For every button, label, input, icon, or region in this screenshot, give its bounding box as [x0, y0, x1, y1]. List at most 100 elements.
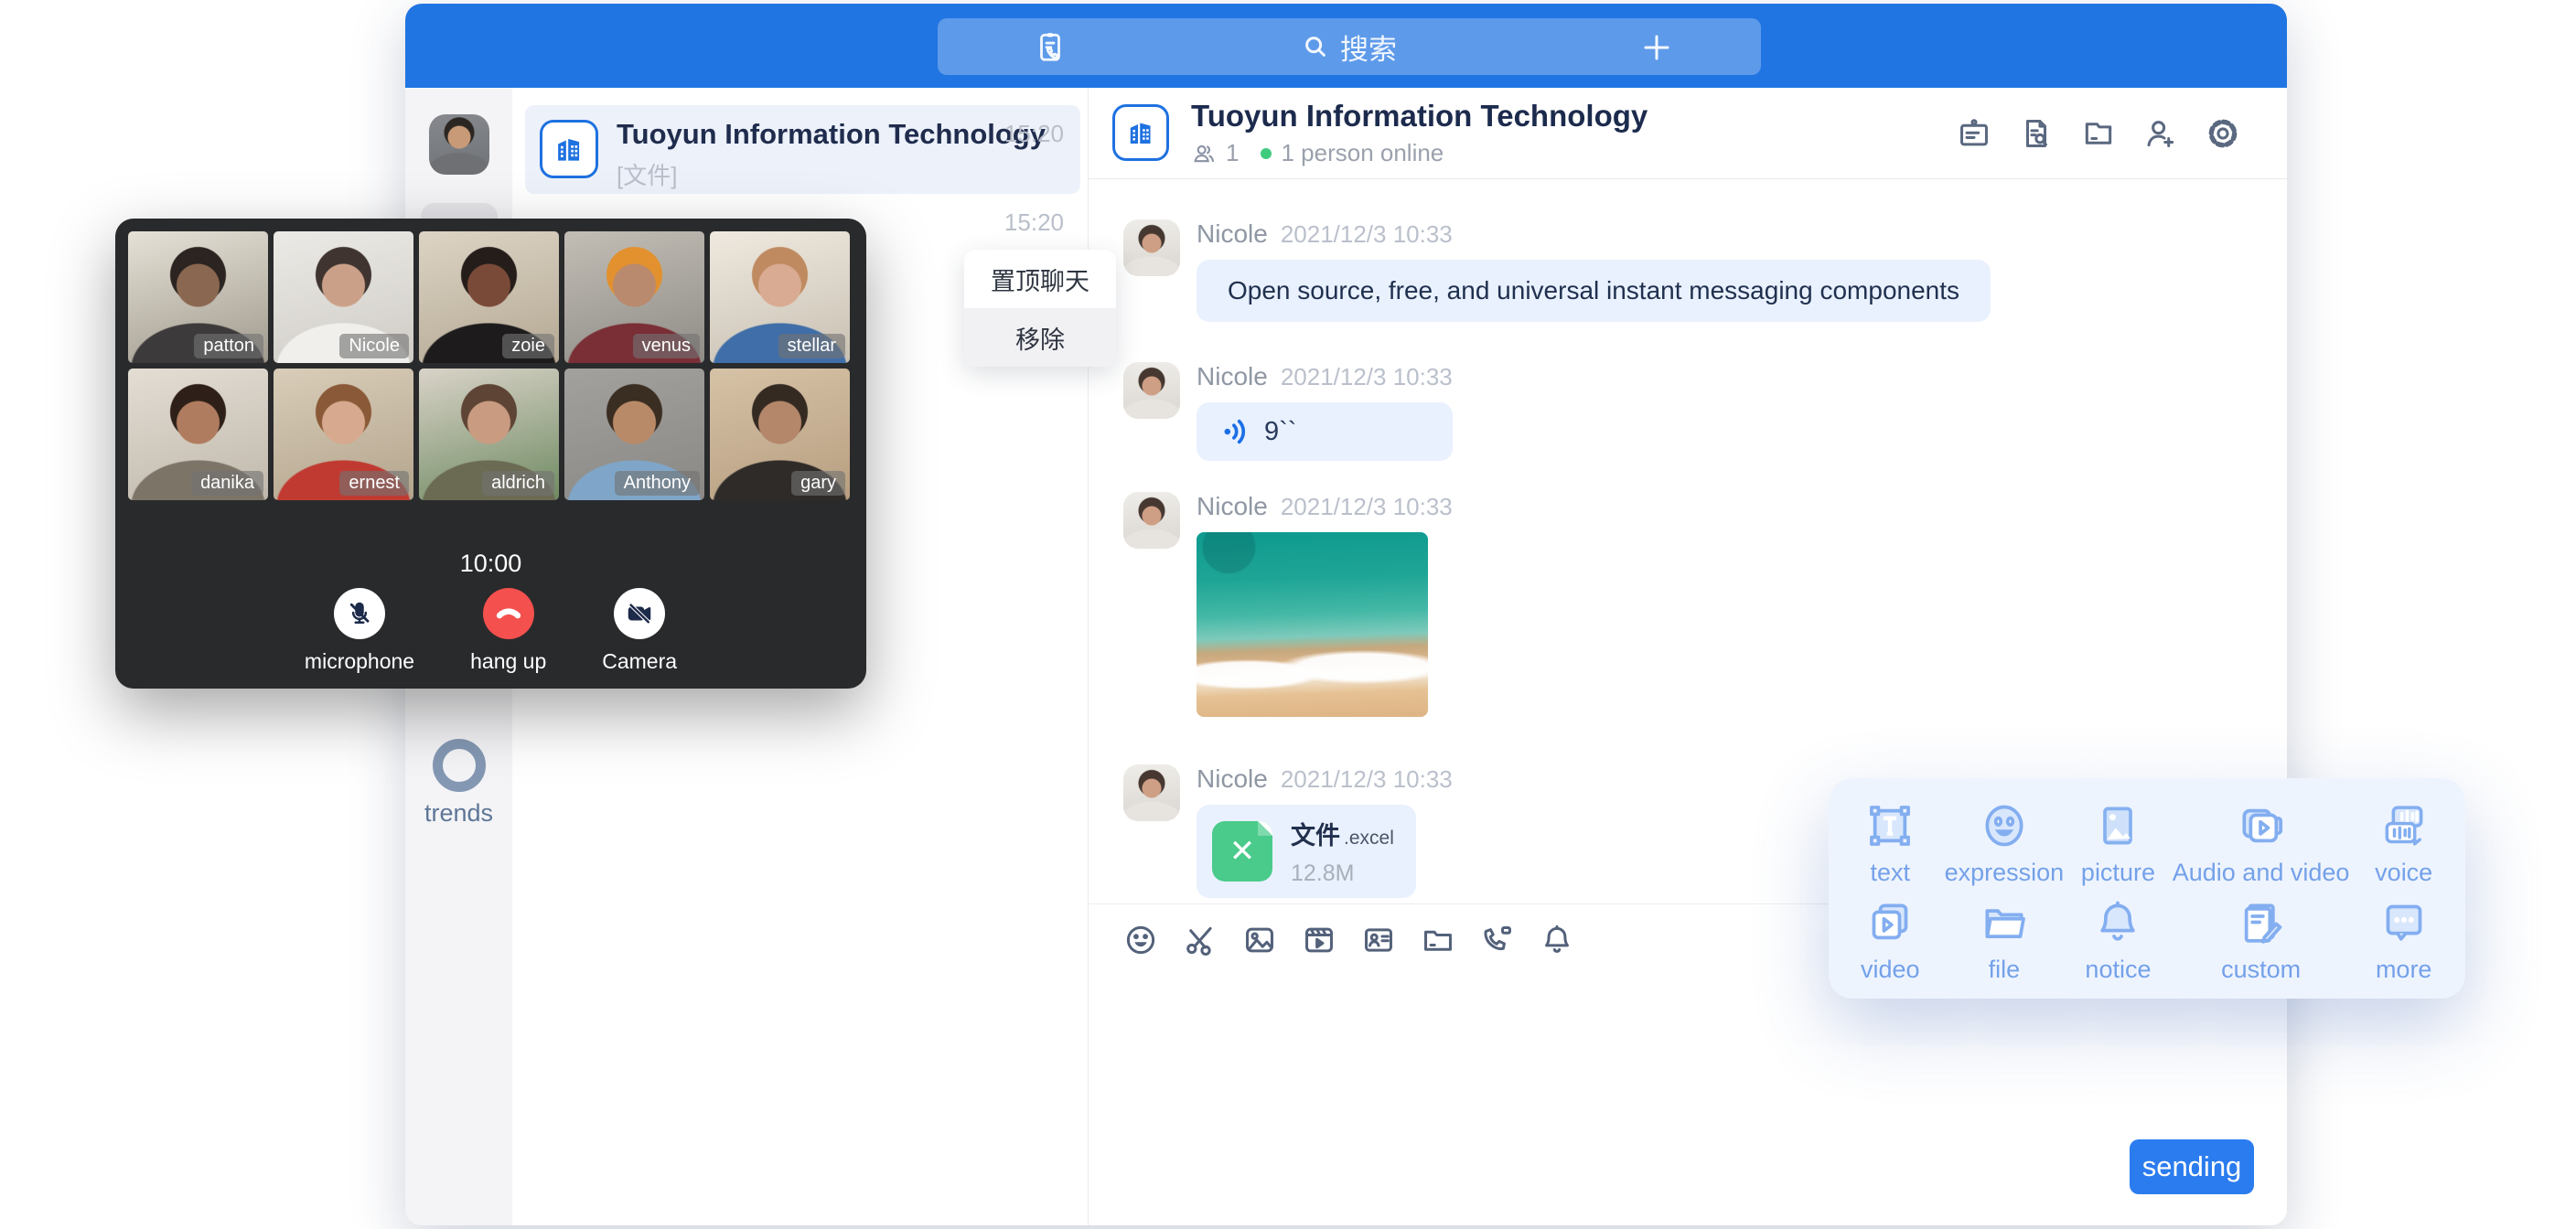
- avatar-nicole[interactable]: [1123, 362, 1180, 419]
- avatar-nicole[interactable]: [1123, 764, 1180, 821]
- group-call-window[interactable]: patton Nicole zoie venus stellar danika …: [115, 219, 866, 689]
- message-input-area[interactable]: sending: [1089, 975, 2287, 1225]
- file-message-bubble[interactable]: ✕ 文件.excel 12.8M: [1197, 805, 1416, 898]
- chat-header: Tuoyun Information Technology 1 1 person…: [1089, 88, 2287, 179]
- panel-label: notice: [2085, 956, 2151, 984]
- participant-video: gary: [710, 369, 850, 500]
- participant-video: patton: [128, 231, 268, 363]
- panel-item-expression[interactable]: expression: [1945, 793, 2065, 891]
- sidebar-item-trends[interactable]: trends: [405, 739, 512, 828]
- participant-video: ernest: [274, 369, 413, 500]
- panel-label: file: [1989, 956, 2021, 984]
- camera-control: Camera: [602, 588, 677, 674]
- message-time: 2021/12/3 10:33: [1281, 493, 1453, 521]
- menu-item-remove[interactable]: 移除: [964, 308, 1116, 367]
- participant-name: stellar: [778, 334, 845, 358]
- participant-name: danika: [191, 471, 263, 496]
- conversation-item-tuoyun[interactable]: Tuoyun Information Technology [文件] 15:20: [525, 105, 1080, 194]
- expression-tool-icon: [1979, 796, 2030, 855]
- voice-message-bubble[interactable]: 9``: [1197, 402, 1453, 461]
- plus-icon[interactable]: [1640, 31, 1673, 69]
- settings-gear-icon[interactable]: [2205, 115, 2241, 152]
- panel-item-custom[interactable]: custom: [2173, 891, 2350, 989]
- hangup-control: hang up: [470, 588, 546, 674]
- message-sender: Nicole: [1197, 492, 1268, 521]
- camera-off-icon: [626, 600, 653, 627]
- mic-toggle-button[interactable]: [334, 588, 385, 639]
- menu-item-pin-chat[interactable]: 置顶聊天: [964, 250, 1116, 308]
- group-building-icon: [1124, 116, 1157, 149]
- message-time: 2021/12/3 10:33: [1281, 220, 1453, 249]
- camera-label: Camera: [602, 649, 677, 674]
- mic-label: microphone: [305, 649, 414, 674]
- file-tool-icon: [1979, 893, 2030, 952]
- search-placeholder: 搜索: [1340, 27, 1397, 68]
- conversation-context-menu: 置顶聊天 移除: [964, 250, 1116, 367]
- notification-bell-icon[interactable]: [1540, 923, 1574, 957]
- picture-tool-icon: [2092, 796, 2143, 855]
- current-user-avatar[interactable]: [429, 114, 489, 175]
- voice-tool-icon: [2378, 796, 2430, 855]
- hang-up-icon: [493, 598, 524, 629]
- panel-item-file[interactable]: file: [1945, 891, 2065, 989]
- panel-item-voice[interactable]: voice: [2349, 793, 2458, 891]
- call-log-icon[interactable]: [1033, 29, 1068, 69]
- participant-video: Anthony: [564, 369, 704, 500]
- hang-up-button[interactable]: [483, 588, 534, 639]
- video-clip-icon[interactable]: [1302, 923, 1336, 957]
- panel-item-video[interactable]: video: [1836, 891, 1945, 989]
- image-message-beach[interactable]: [1197, 532, 1428, 717]
- contact-card-icon[interactable]: [1361, 923, 1396, 957]
- video-call-icon[interactable]: [1480, 923, 1515, 957]
- voice-duration: 9``: [1264, 417, 1296, 447]
- online-dot: [1261, 148, 1272, 159]
- file-ext: .excel: [1344, 828, 1394, 849]
- panel-item-text[interactable]: text: [1836, 793, 1945, 891]
- chat-history-search-icon[interactable]: [2018, 115, 2055, 152]
- notice-tool-icon: [2092, 893, 2143, 952]
- image-icon[interactable]: [1242, 923, 1277, 957]
- participant-name: zoie: [502, 334, 554, 358]
- panel-label: voice: [2375, 859, 2432, 887]
- participant-name: ernest: [339, 471, 409, 496]
- camera-toggle-button[interactable]: [614, 588, 665, 639]
- panel-item-notice[interactable]: notice: [2064, 891, 2173, 989]
- panel-item-more[interactable]: more: [2349, 891, 2458, 989]
- participant-name: gary: [791, 471, 845, 496]
- chat-panel: Tuoyun Information Technology 1 1 person…: [1089, 88, 2287, 1225]
- panel-label: video: [1861, 956, 1920, 984]
- chat-title: Tuoyun Information Technology: [1191, 99, 1648, 134]
- microphone-control: microphone: [305, 588, 414, 674]
- search-placeholder-wrap[interactable]: 搜索: [1302, 27, 1397, 68]
- text-tool-icon: [1864, 796, 1916, 855]
- panel-item-audio-video[interactable]: Audio and video: [2173, 793, 2350, 891]
- participant-video: aldrich: [419, 369, 559, 500]
- message-voice: Nicole 2021/12/3 10:33 9``: [1123, 362, 2250, 461]
- text-message-bubble[interactable]: Open source, free, and universal instant…: [1197, 260, 1991, 322]
- video-tool-icon: [1864, 893, 1916, 952]
- participant-video: Nicole: [274, 231, 413, 363]
- avatar-nicole[interactable]: [1123, 219, 1180, 276]
- add-member-icon[interactable]: [2142, 115, 2179, 152]
- chat-subtitle: 1 1 person online: [1191, 139, 1444, 167]
- panel-item-picture[interactable]: picture: [2064, 793, 2173, 891]
- avatar-nicole[interactable]: [1123, 492, 1180, 549]
- call-controls: microphone hang up Camera: [115, 588, 866, 674]
- message-time: 2021/12/3 10:33: [1281, 765, 1453, 794]
- send-button[interactable]: sending: [2130, 1139, 2254, 1194]
- search-bar[interactable]: 搜索: [938, 18, 1761, 75]
- files-icon[interactable]: [2080, 115, 2117, 152]
- group-avatar-badge: [1112, 104, 1169, 161]
- file-name: 文件: [1291, 822, 1340, 850]
- participant-name: Nicole: [339, 334, 409, 358]
- emoji-icon[interactable]: [1123, 923, 1158, 957]
- screenshot-scissors-icon[interactable]: [1183, 923, 1218, 957]
- announcement-icon[interactable]: [1956, 115, 1992, 152]
- participant-video: danika: [128, 369, 268, 500]
- folder-icon[interactable]: [1421, 923, 1455, 957]
- message-sender: Nicole: [1197, 362, 1268, 391]
- member-count: 1: [1226, 139, 1239, 167]
- trends-icon: [433, 739, 486, 792]
- top-bar: 搜索: [405, 4, 2287, 88]
- call-timer: 10:00: [115, 550, 866, 578]
